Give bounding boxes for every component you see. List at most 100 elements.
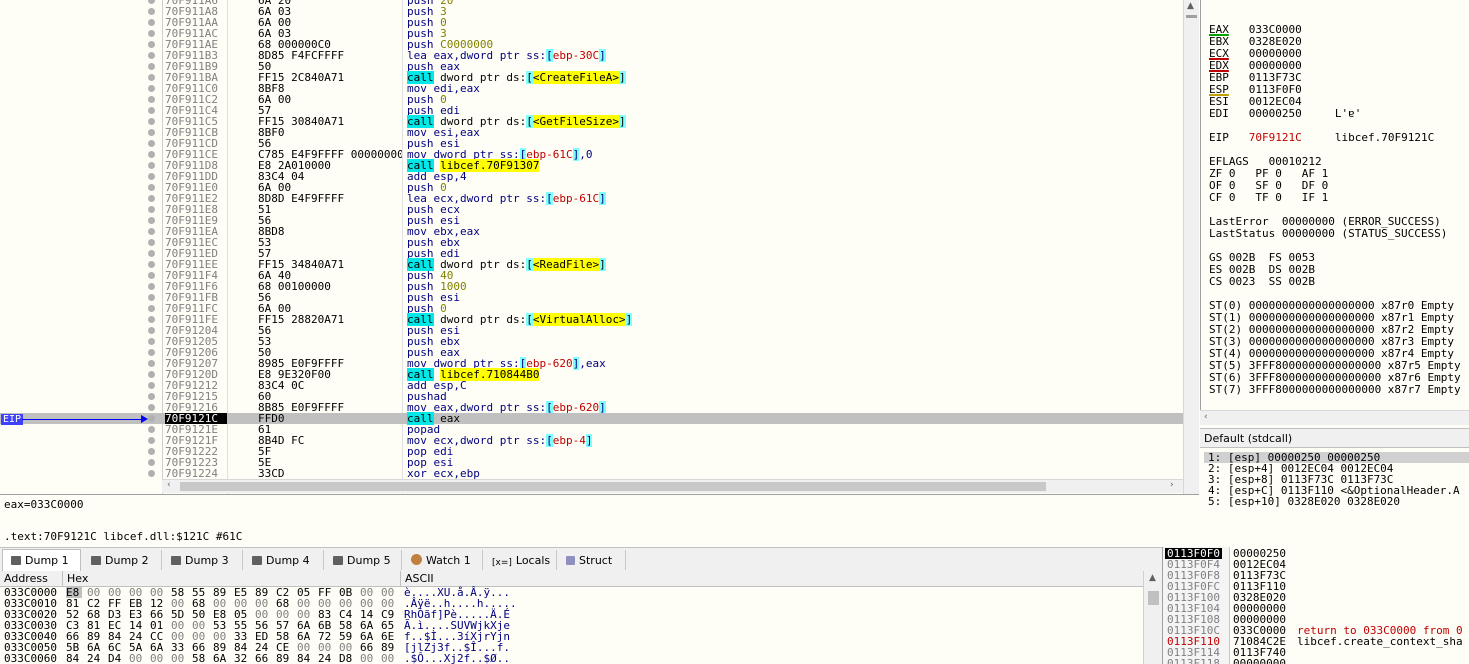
disasm-row[interactable]: 70F911AA 6A 00 push 0	[0, 17, 1183, 28]
instruction-address[interactable]: 70F911FB	[165, 292, 227, 303]
tab-locals[interactable]: [x=] Locals	[484, 550, 557, 570]
disasm-row[interactable]: 70F911D8 E8 2A010000 call libcef.70F91307	[0, 159, 1183, 172]
instruction-text[interactable]: xor ecx,ebp	[407, 468, 480, 479]
breakpoint-dot-icon[interactable]	[148, 448, 155, 455]
disasm-row[interactable]: 70F9121F 8B4D FC mov ecx,dword ptr ss:[ebp…	[0, 434, 1183, 447]
instruction-address[interactable]: 70F911AA	[165, 17, 227, 28]
hex-byte[interactable]: 24	[318, 653, 334, 664]
disasm-row[interactable]: 70F911C0 8BF8 mov edi,eax	[0, 83, 1183, 94]
disasm-row[interactable]: 70F91212 83C4 0C add esp,C	[0, 380, 1183, 391]
hex-byte[interactable]: 00	[150, 653, 166, 664]
instruction-address[interactable]: 70F911C5	[165, 116, 227, 127]
instruction-address[interactable]: 70F911E2	[165, 193, 227, 204]
instruction-address[interactable]: 70F911CD	[165, 138, 227, 149]
register-eip[interactable]: EIP 70F9121C libcef.70F9121C	[1209, 132, 1434, 144]
disasm-row[interactable]: 70F911CB 8BF0 mov esi,eax	[0, 127, 1183, 138]
instruction-address[interactable]: 70F91223	[165, 457, 227, 468]
disasm-row[interactable]: 70F9121C FFD0 call eax	[0, 412, 1183, 425]
breakpoint-dot-icon[interactable]	[148, 118, 155, 125]
instruction-address[interactable]: 70F911C4	[165, 105, 227, 116]
instruction-address[interactable]: 70F9121E	[165, 424, 227, 435]
scroll-right-icon[interactable]: ›	[1170, 480, 1174, 490]
hex-byte[interactable]: 00	[171, 653, 187, 664]
register-value[interactable]: 00000250	[1249, 107, 1302, 120]
instruction-address[interactable]: 70F911DD	[165, 171, 227, 182]
instruction-address[interactable]: 70F91205	[165, 336, 227, 347]
column-header-hex[interactable]: Hex	[67, 571, 88, 586]
dump-ascii[interactable]: .$Ô...Xj2f..$Ø..	[404, 653, 510, 664]
breakpoint-dot-icon[interactable]	[148, 404, 155, 411]
disasm-row[interactable]: 70F91205 53 push ebx	[0, 336, 1183, 347]
instruction-address[interactable]: 70F911CE	[165, 149, 227, 160]
instruction-address[interactable]: 70F911F4	[165, 270, 227, 281]
instruction-address[interactable]: 70F911FE	[165, 314, 227, 325]
breakpoint-dot-icon[interactable]	[148, 107, 155, 114]
breakpoint-dot-icon[interactable]	[148, 30, 155, 37]
stack-value[interactable]: 00000000	[1233, 658, 1286, 664]
instruction-address[interactable]: 70F911B9	[165, 61, 227, 72]
breakpoint-dot-icon[interactable]	[148, 0, 155, 4]
instruction-address[interactable]: 70F911AE	[165, 39, 227, 50]
disasm-row[interactable]: 70F91222 5F pop edi	[0, 446, 1183, 457]
instruction-address[interactable]: 70F911B3	[165, 50, 227, 61]
disasm-row[interactable]: 70F91223 5E pop esi	[0, 457, 1183, 468]
breakpoint-dot-icon[interactable]	[148, 239, 155, 246]
breakpoint-dot-icon[interactable]	[148, 437, 155, 444]
breakpoint-dot-icon[interactable]	[148, 250, 155, 257]
disasm-row[interactable]: 70F911A8 6A 03 push 3	[0, 6, 1183, 17]
instruction-address[interactable]: 70F91215	[165, 391, 227, 402]
disasm-row[interactable]: 70F911EE FF15 34840A71 call dword ptr ds:[…	[0, 258, 1183, 271]
hex-byte[interactable]: 6A	[213, 653, 229, 664]
breakpoint-dot-icon[interactable]	[148, 228, 155, 235]
fpu-register-row[interactable]: ST(7) 3FFF8000000000000000 x87r7 Empty	[1209, 384, 1461, 396]
breakpoint-dot-icon[interactable]	[148, 195, 155, 202]
breakpoint-dot-icon[interactable]	[148, 8, 155, 15]
instruction-address[interactable]: 70F911A8	[165, 6, 227, 17]
instruction-address[interactable]: 70F911F6	[165, 281, 227, 292]
instruction-address[interactable]: 70F911EA	[165, 226, 227, 237]
disasm-row[interactable]: 70F911EA 8BD8 mov ebx,eax	[0, 226, 1183, 237]
breakpoint-dot-icon[interactable]	[148, 316, 155, 323]
disasm-row[interactable]: 70F91207 8985 E0F9FFFF mov dword ptr ss:[e…	[0, 357, 1183, 370]
tab-dump-4[interactable]: Dump 4	[244, 550, 324, 570]
registers-horizontal-scrollbar[interactable]: ‹	[1200, 410, 1469, 425]
breakpoint-dot-icon[interactable]	[148, 52, 155, 59]
hex-byte[interactable]: 66	[255, 653, 271, 664]
scroll-thumb[interactable]	[1186, 15, 1197, 18]
hex-byte[interactable]: 00	[129, 653, 145, 664]
breakpoint-dot-icon[interactable]	[148, 283, 155, 290]
instruction-address[interactable]: 70F91206	[165, 347, 227, 358]
disasm-row[interactable]: 70F911AC 6A 03 push 3	[0, 28, 1183, 39]
hex-byte[interactable]: D8	[339, 653, 355, 664]
breakpoint-dot-icon[interactable]	[148, 162, 155, 169]
tab-dump-5[interactable]: Dump 5	[325, 550, 402, 570]
column-header-address[interactable]: Address	[4, 571, 48, 586]
scroll-up-icon[interactable]: ▲	[1149, 573, 1156, 583]
scroll-thumb[interactable]	[1148, 591, 1159, 605]
hex-byte[interactable]: 00	[381, 653, 397, 664]
breakpoint-dot-icon[interactable]	[148, 74, 155, 81]
breakpoint-dot-icon[interactable]	[148, 272, 155, 279]
instruction-address[interactable]: 70F91222	[165, 446, 227, 457]
breakpoint-dot-icon[interactable]	[148, 129, 155, 136]
instruction-address[interactable]: 70F911EC	[165, 237, 227, 248]
breakpoint-dot-icon[interactable]	[148, 338, 155, 345]
breakpoint-dot-icon[interactable]	[148, 261, 155, 268]
tab-dump-2[interactable]: Dump 2	[83, 550, 162, 570]
instruction-address[interactable]: 70F91204	[165, 325, 227, 336]
instruction-address[interactable]: 70F9120D	[165, 369, 227, 380]
disasm-row[interactable]: 70F911E2 8D8D E4F9FFFF lea ecx,dword ptr s…	[0, 192, 1183, 205]
hex-byte[interactable]: 58	[192, 653, 208, 664]
call-arguments-list[interactable]: 1: [esp] 00000250 00000250 2: [esp+4] 001…	[1200, 447, 1469, 547]
instruction-address[interactable]: 70F911C0	[165, 83, 227, 94]
disasm-row[interactable]: 70F911C2 6A 00 push 0	[0, 94, 1183, 105]
segment-registers-row[interactable]: CS 0023 SS 002B	[1209, 276, 1315, 288]
breakpoint-dot-icon[interactable]	[148, 371, 155, 378]
disasm-row[interactable]: 70F911E9 56 push esi	[0, 215, 1183, 226]
stack-row[interactable]: 0113F118 00000000	[1163, 658, 1469, 664]
disassembly-rows[interactable]: 70F911A66A 20push 2070F911A86A 03push 37…	[0, 0, 1183, 479]
call-argument-row[interactable]: 5: [esp+10] 0328E020 0328E020	[1208, 496, 1400, 507]
disasm-row[interactable]: 70F911EC 53 push ebx	[0, 237, 1183, 248]
disasm-row[interactable]: 70F911F4 6A 40 push 40	[0, 270, 1183, 281]
scroll-left-icon[interactable]: ‹	[167, 480, 171, 490]
